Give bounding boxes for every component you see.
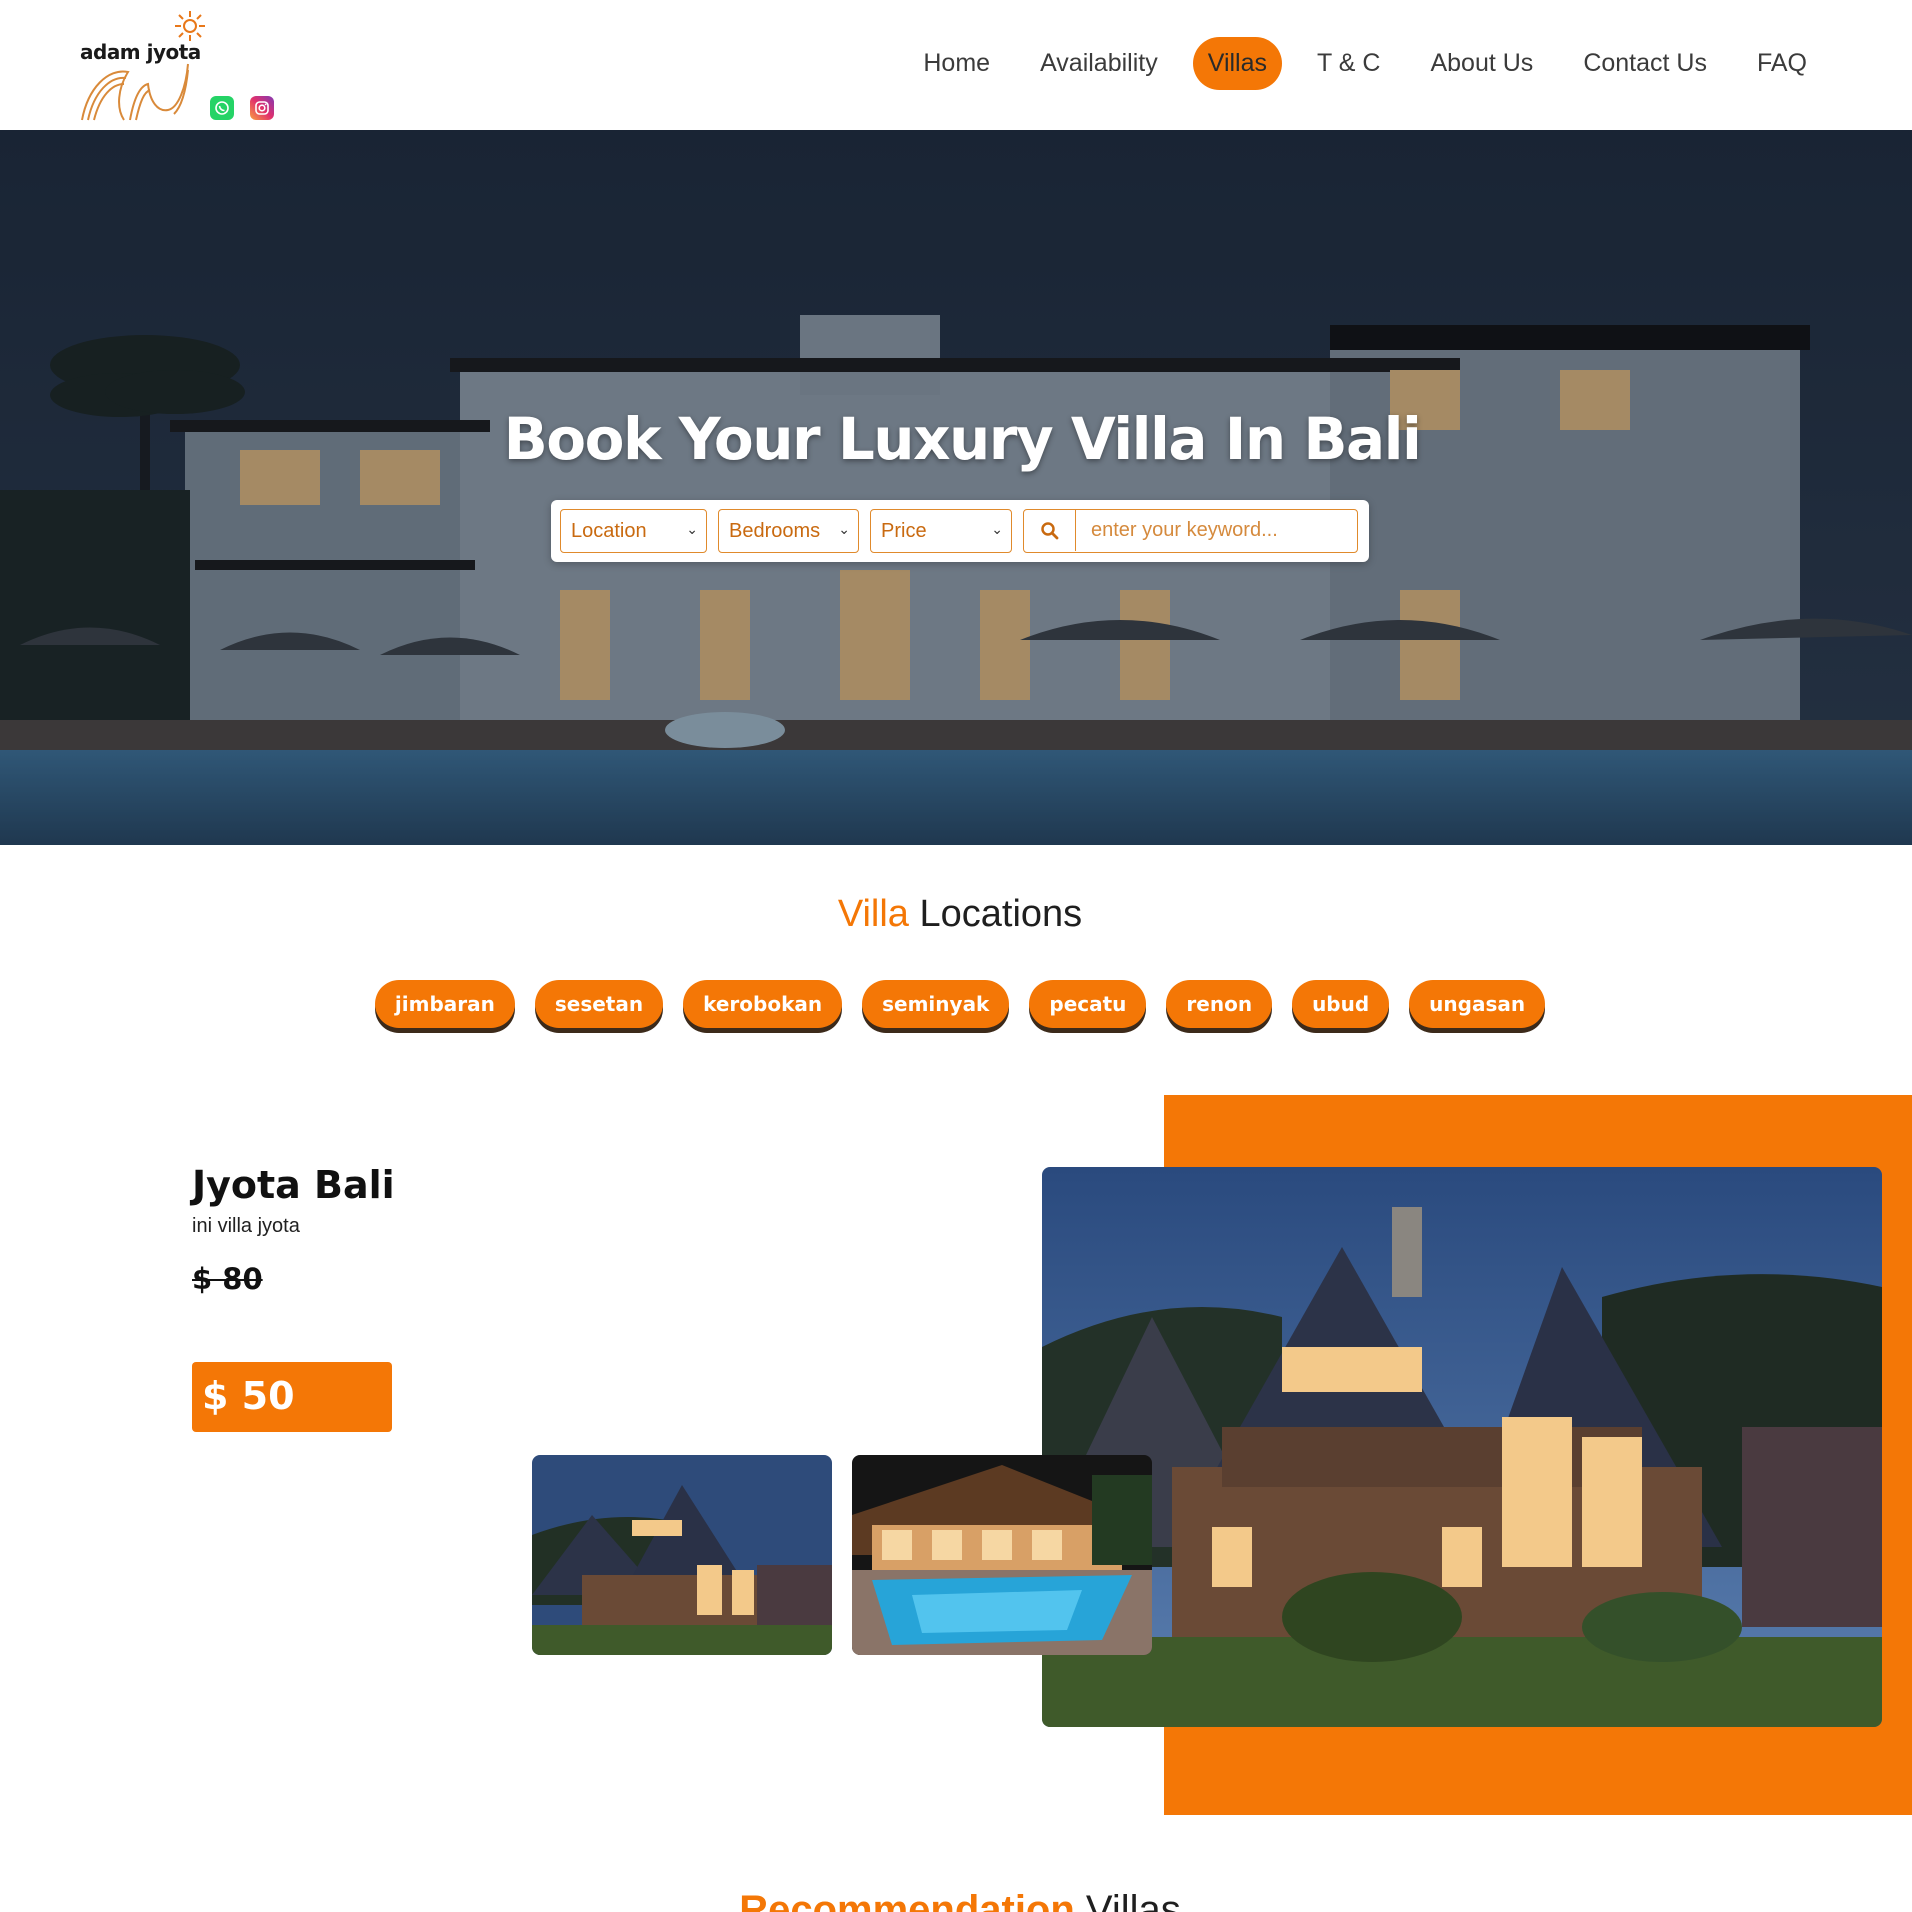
location-chip-pecatu[interactable]: pecatu <box>1029 980 1147 1028</box>
location-chip-kerobokan[interactable]: kerobokan <box>683 980 843 1028</box>
nav-faq[interactable]: FAQ <box>1742 37 1822 90</box>
chevron-down-icon: ⌄ <box>991 521 1003 537</box>
nav-about-us[interactable]: About Us <box>1415 37 1548 90</box>
location-select-label: Location <box>571 520 647 542</box>
bedrooms-select-label: Bedrooms <box>729 520 821 542</box>
location-chip-ubud[interactable]: ubud <box>1292 980 1390 1028</box>
hero-villa-image <box>0 130 1912 845</box>
villa-old-price: $ 80 <box>192 1262 263 1296</box>
location-chips: jimbaran sesetan kerobokan seminyak peca… <box>0 980 1912 1028</box>
villa-thumbnail-exterior[interactable] <box>532 1455 832 1655</box>
location-chip-ungasan[interactable]: ungasan <box>1409 980 1546 1028</box>
search-button[interactable] <box>1024 510 1076 551</box>
locations-title-accent: Villa <box>837 893 909 935</box>
price-select-label: Price <box>881 520 927 542</box>
location-select[interactable]: Location ⌄ <box>560 509 707 553</box>
nav-terms[interactable]: T & C <box>1302 37 1395 90</box>
main-nav: Home Availability Villas T & C About Us … <box>888 37 1822 90</box>
recommendation-title-accent: Recommendation <box>739 1888 1075 1912</box>
location-chip-jimbaran[interactable]: jimbaran <box>374 980 515 1028</box>
recommendation-title-rest: Villas <box>1085 1888 1181 1912</box>
locations-title-rest: Locations <box>919 893 1083 935</box>
search-bar: Location ⌄ Bedrooms ⌄ Price ⌄ <box>551 500 1369 562</box>
hero-banner: Book Your Luxury Villa In Bali Location … <box>0 130 1912 845</box>
keyword-search-group <box>1023 509 1358 553</box>
locations-section-title: Villa Locations <box>0 893 1912 936</box>
chevron-down-icon: ⌄ <box>838 521 850 537</box>
recommendation-section-title: Recommendation Villas <box>0 1888 1912 1912</box>
whatsapp-icon[interactable] <box>210 96 234 120</box>
nav-availability[interactable]: Availability <box>1025 37 1173 90</box>
search-input[interactable] <box>1077 510 1355 551</box>
instagram-icon[interactable] <box>250 96 274 120</box>
site-header: adam jyota Home Availability Villas T & … <box>0 0 1912 130</box>
nav-home[interactable]: Home <box>908 37 1005 90</box>
hero-title: Book Your Luxury Villa In Bali <box>503 405 1422 473</box>
villa-description: ini villa jyota <box>192 1215 300 1237</box>
chevron-down-icon: ⌄ <box>686 521 698 537</box>
villa-thumbnail-pool[interactable] <box>852 1455 1152 1655</box>
search-icon <box>1040 521 1058 539</box>
nav-contact-us[interactable]: Contact Us <box>1568 37 1722 90</box>
villa-name[interactable]: Jyota Bali <box>192 1163 395 1207</box>
location-chip-renon[interactable]: renon <box>1166 980 1273 1028</box>
location-chip-sesetan[interactable]: sesetan <box>534 980 664 1028</box>
logo-mark-icon <box>81 63 189 121</box>
nav-villas[interactable]: Villas <box>1192 37 1283 90</box>
brand-logo[interactable]: adam jyota <box>78 8 208 123</box>
bedrooms-select[interactable]: Bedrooms ⌄ <box>718 509 859 553</box>
price-select[interactable]: Price ⌄ <box>870 509 1012 553</box>
villa-main-photo[interactable] <box>1042 1167 1882 1727</box>
villa-price-badge[interactable]: $ 50 <box>192 1362 392 1432</box>
location-chip-seminyak[interactable]: seminyak <box>862 980 1010 1028</box>
sun-icon <box>175 11 205 41</box>
